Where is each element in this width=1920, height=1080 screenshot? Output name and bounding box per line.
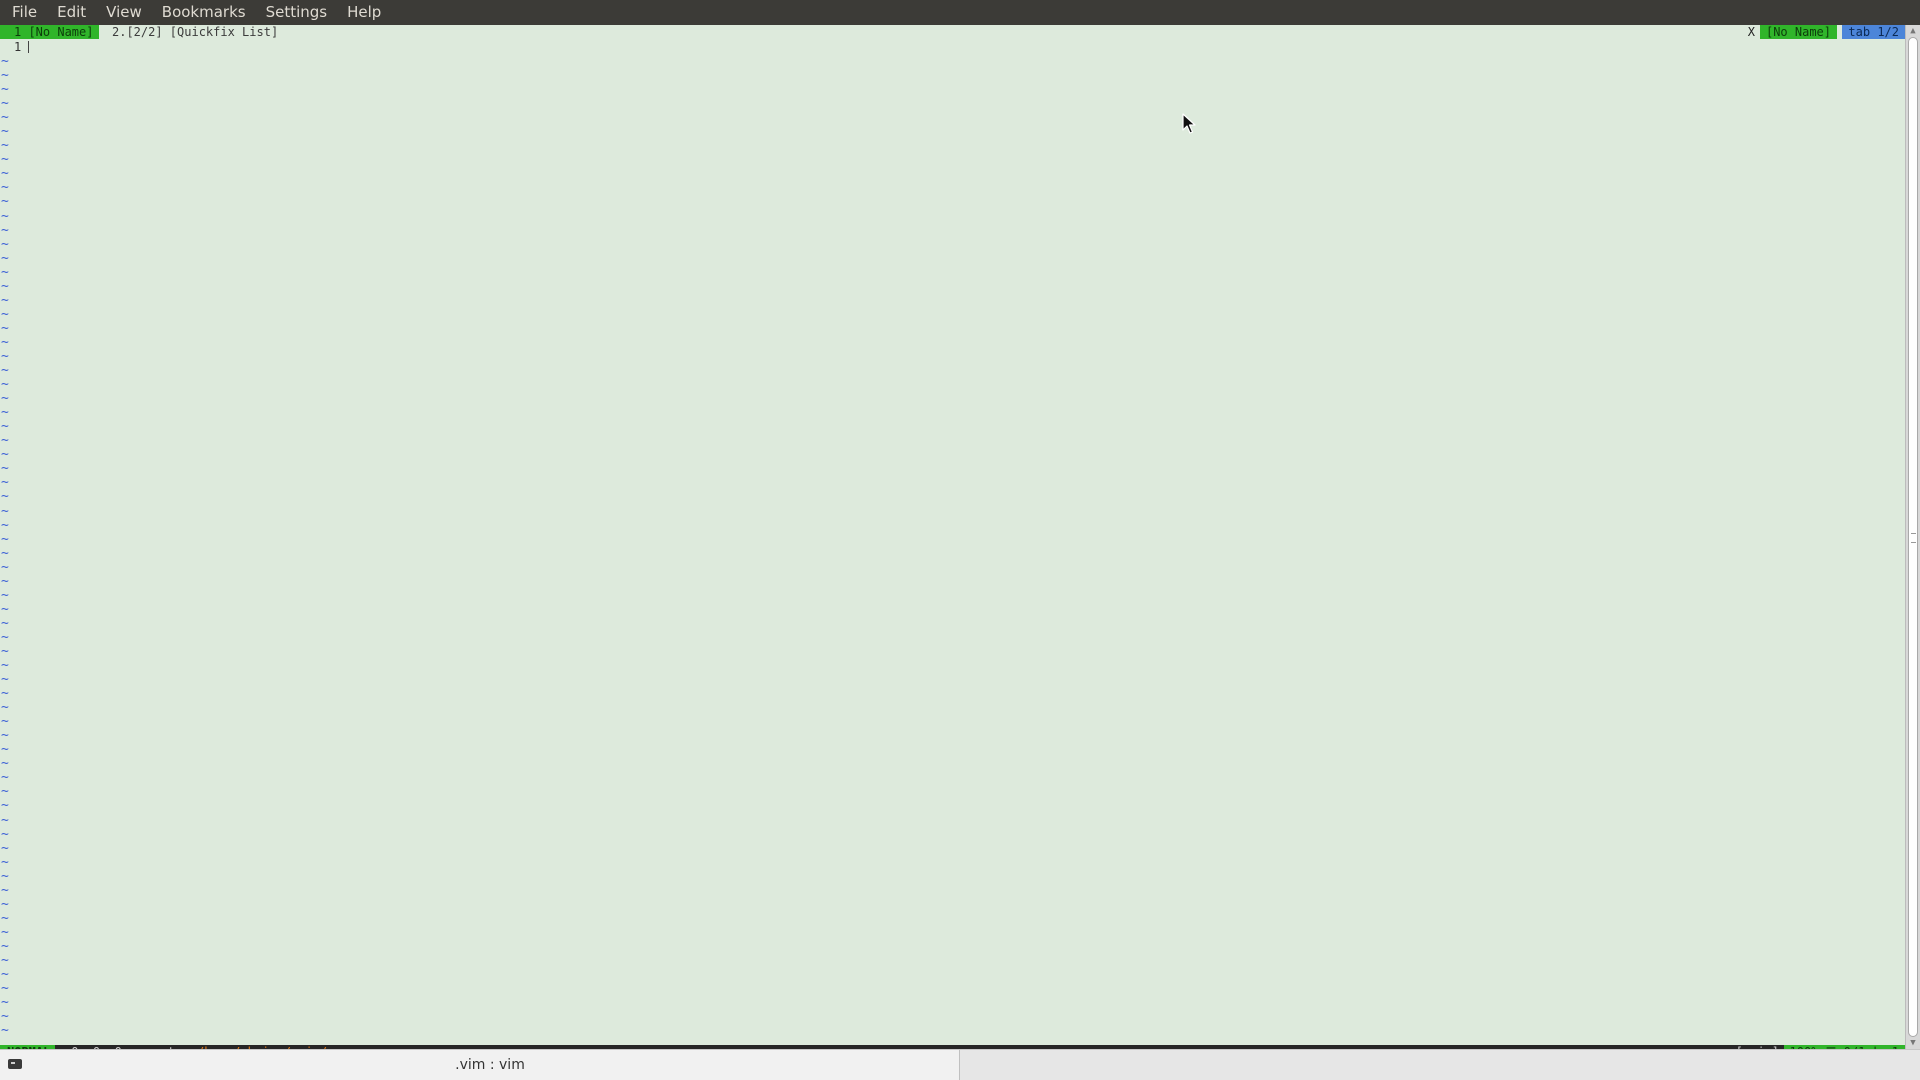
- empty-line-markers: ~ ~ ~ ~ ~ ~ ~ ~ ~ ~ ~ ~ ~ ~ ~ ~ ~ ~ ~ ~ …: [1, 55, 9, 1039]
- editor-line-1[interactable]: 1: [0, 40, 1905, 54]
- scrollbar-grip: [1911, 533, 1916, 543]
- menu-settings[interactable]: Settings: [256, 0, 338, 25]
- vim-tab-close-button[interactable]: X: [1748, 25, 1755, 39]
- terminal-view[interactable]: 1 [No Name] 2.[2/2] [Quickfix List] X [N…: [0, 25, 1920, 1059]
- vim-tab-active[interactable]: 1 [No Name]: [0, 25, 100, 39]
- vim-tab-quickfix[interactable]: 2.[2/2] [Quickfix List]: [104, 25, 287, 39]
- scroll-up-icon[interactable]: ▲: [1908, 26, 1918, 36]
- menu-view[interactable]: View: [96, 0, 152, 25]
- scroll-down-icon[interactable]: ▼: [1908, 1038, 1918, 1048]
- session-tab-bar: .vim : vim: [0, 1049, 1920, 1080]
- session-tab-label: .vim : vim: [455, 1057, 525, 1073]
- vim-tab-buffer-name: [No Name]: [1759, 25, 1837, 39]
- scrollbar-thumb[interactable]: [1908, 37, 1918, 1037]
- menu-bar: File Edit View Bookmarks Settings Help: [0, 0, 1920, 25]
- menu-edit[interactable]: Edit: [47, 0, 96, 25]
- session-tab[interactable]: .vim : vim: [0, 1050, 960, 1080]
- konsole-window: File Edit View Bookmarks Settings Help 1…: [0, 0, 1920, 1080]
- mouse-pointer-icon: [1182, 113, 1196, 134]
- menu-bookmarks[interactable]: Bookmarks: [152, 0, 256, 25]
- text-cursor: [28, 41, 29, 53]
- menu-file[interactable]: File: [0, 0, 47, 25]
- vim-tabline: 1 [No Name] 2.[2/2] [Quickfix List] X [N…: [0, 25, 1905, 39]
- line-number: 1: [14, 40, 22, 54]
- vim-tab-count: tab 1/2: [1842, 25, 1905, 39]
- vertical-scrollbar[interactable]: ▲ ▼: [1905, 25, 1920, 1049]
- menu-help[interactable]: Help: [337, 0, 391, 25]
